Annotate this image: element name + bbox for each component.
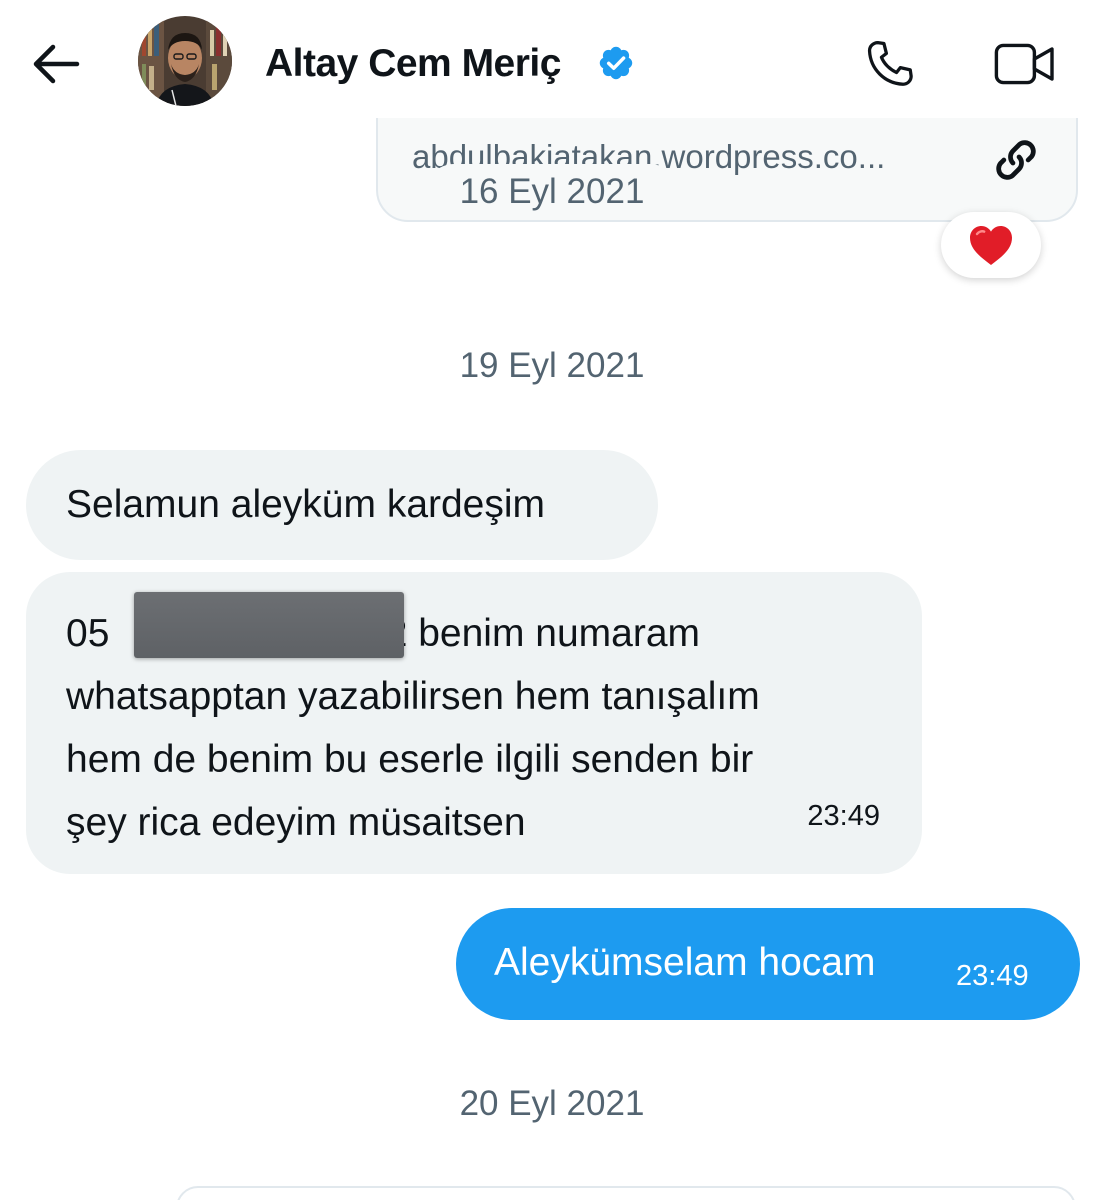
avatar[interactable]: [138, 16, 232, 106]
date-separator-19-sep: 19 Eyl 2021: [459, 346, 645, 385]
message-text: Selamun aleyküm kardeşim: [66, 483, 546, 526]
next-message-card-edge: [176, 1186, 1076, 1200]
message-line-2: whatsapptan yazabilirsen hem tanışalım: [66, 675, 760, 718]
incoming-message[interactable]: Selamun aleyküm kardeşim: [26, 450, 658, 560]
dm-conversation-screen: Altay Cem Meriç abdulbakiatakan.wordpres…: [0, 0, 1104, 1200]
message-timestamp: 23:49: [807, 800, 880, 832]
message-text: benim numaram: [407, 612, 701, 655]
conversation-header: Altay Cem Meriç: [0, 0, 1104, 118]
message-line-4: şey rica edeyim müsaitsen: [66, 801, 526, 844]
video-camera-icon: [994, 43, 1054, 85]
phone-icon: [867, 40, 913, 86]
link-icon: [996, 140, 1036, 180]
message-line-3: hem de benim bu eserle ilgili senden bir: [66, 738, 754, 781]
contact-name[interactable]: Altay Cem Meriç: [265, 40, 561, 88]
phone-prefix: 05: [66, 612, 110, 655]
heart-reaction[interactable]: [941, 212, 1041, 278]
date-separator-20-sep: 20 Eyl 2021: [459, 1084, 645, 1123]
call-button[interactable]: [860, 34, 920, 94]
message-text: Aleykümselam hocam: [494, 941, 876, 984]
redaction-box: [134, 592, 404, 658]
verified-badge-icon: [599, 46, 633, 80]
incoming-message[interactable]: 052 benim numaram whatsapptan yazabilirs…: [26, 572, 922, 874]
date-separator-16-sep: 16 Eyl 2021: [426, 164, 678, 220]
back-button[interactable]: [28, 38, 84, 90]
message-timestamp: 23:49: [956, 960, 1029, 992]
heart-icon: [970, 226, 1012, 265]
outgoing-message[interactable]: Aleykümselam hocam 23:49: [456, 908, 1080, 1020]
back-arrow-icon: [33, 44, 80, 84]
video-call-button[interactable]: [992, 34, 1058, 94]
